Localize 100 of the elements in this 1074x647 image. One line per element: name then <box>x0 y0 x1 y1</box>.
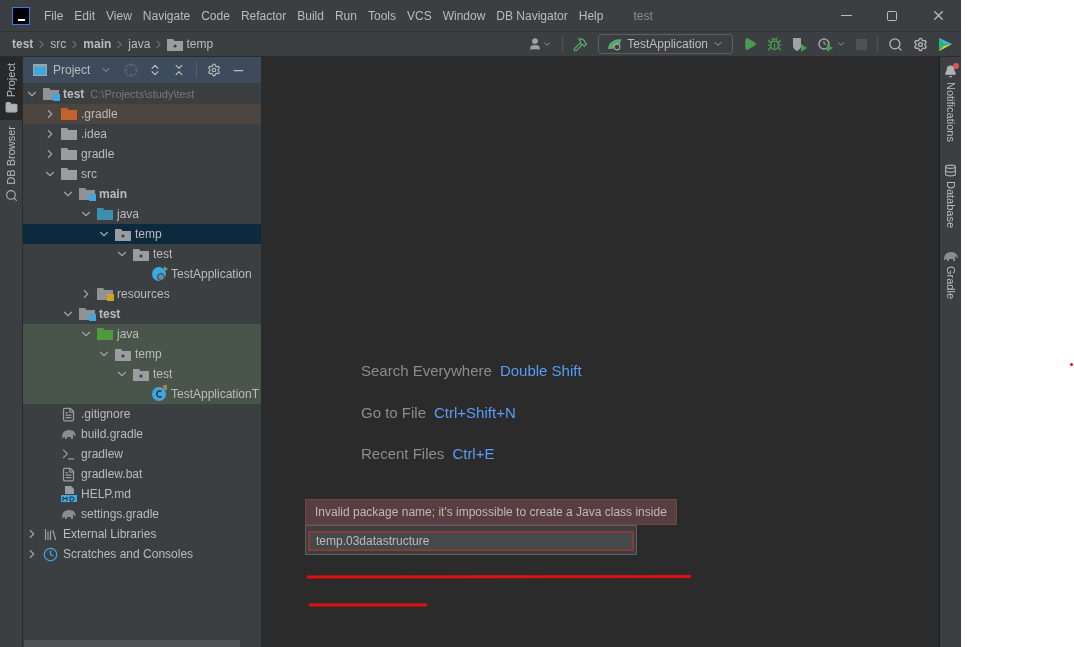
markdown-file-icon <box>61 486 79 502</box>
run-configuration-dropdown[interactable]: TestApplication <box>598 34 733 54</box>
hint-shortcut: Double Shift <box>499 361 582 381</box>
project-view-dropdown[interactable]: Project <box>53 61 113 79</box>
menu-item[interactable]: File <box>44 6 64 25</box>
menu-item[interactable]: View <box>106 6 132 25</box>
tree-item[interactable]: main <box>23 184 261 204</box>
menu-item[interactable]: Window <box>442 6 486 25</box>
tree-item[interactable]: .gitignore <box>23 404 261 424</box>
menu-item[interactable]: Build <box>297 6 324 25</box>
tree-item[interactable]: External Libraries <box>23 524 261 544</box>
package-icon <box>115 227 131 241</box>
hint-action: Search Everywhere <box>361 361 492 381</box>
item-label: HELP.md <box>81 486 131 503</box>
tree-item[interactable]: resources <box>23 284 261 304</box>
item-label: temp <box>135 226 162 243</box>
tree-item[interactable]: java <box>23 324 261 344</box>
error-tooltip: Invalid package name; it's impossible to create a Java class inside <box>305 499 677 525</box>
tree-item[interactable]: test <box>23 304 261 324</box>
item-label: gradlew.bat <box>81 466 143 483</box>
module-folder-icon <box>79 187 97 201</box>
tool-window-tab[interactable]: Notifications <box>942 57 959 156</box>
tree-item[interactable]: gradlew.bat <box>23 464 261 484</box>
item-label: build.gradle <box>81 426 144 443</box>
class-icon <box>151 265 169 283</box>
menu-item[interactable]: Edit <box>74 6 96 25</box>
item-label: .gitignore <box>81 406 131 423</box>
tree-item[interactable]: build.gradle <box>23 424 261 444</box>
tree-item[interactable]: .gradle <box>23 104 261 124</box>
tree-item[interactable]: gradle <box>23 144 261 164</box>
item-label: test <box>153 366 173 383</box>
tree-item[interactable]: gradlew <box>23 444 261 464</box>
item-label: TestApplication <box>171 266 252 283</box>
item-label: test <box>63 86 85 103</box>
tree-item[interactable]: java <box>23 204 261 224</box>
tree-item[interactable]: TestApplicationT <box>23 384 261 404</box>
coverage-icon[interactable] <box>792 36 808 52</box>
hint-action: Recent Files <box>361 444 445 464</box>
ignore-file-icon <box>61 406 76 422</box>
menu-item[interactable]: DB Navigator <box>496 6 568 25</box>
run-icon[interactable] <box>743 37 757 51</box>
hammer-icon[interactable] <box>573 36 589 52</box>
hint-action: Go to File <box>361 402 427 423</box>
breadcrumb[interactable]: java <box>128 35 151 53</box>
tree-item[interactable]: settings.gradle <box>23 504 261 524</box>
tree-item[interactable]: Scratches and Consoles <box>23 544 261 564</box>
menu-item[interactable]: VCS <box>406 6 432 25</box>
tool-window-tab[interactable]: Database <box>942 155 959 242</box>
tree-item[interactable]: test C:\Projects\study\test <box>23 84 261 104</box>
settings-icon[interactable] <box>913 36 928 52</box>
leaf-icon <box>607 37 624 51</box>
tool-window-tab[interactable]: DB Browser <box>0 120 22 208</box>
terminal-icon <box>61 446 76 462</box>
package-name-field[interactable]: temp.03datastructure <box>308 531 634 551</box>
folder-icon <box>97 207 115 221</box>
item-label: Scratches and Consoles <box>63 546 194 563</box>
tree-item[interactable]: temp <box>23 224 261 244</box>
tree-item[interactable]: test <box>23 244 261 264</box>
menu-item[interactable]: Navigate <box>142 6 191 25</box>
breadcrumb[interactable]: temp <box>186 35 214 53</box>
menu-item[interactable]: Tools <box>367 6 396 25</box>
item-label: test <box>153 246 173 263</box>
profiler-icon[interactable] <box>818 36 846 52</box>
menu-item[interactable]: Code <box>201 6 230 25</box>
item-label: TestApplicationT <box>171 386 260 403</box>
menu-item[interactable]: Help <box>578 6 604 25</box>
breadcrumb[interactable]: src <box>50 35 67 53</box>
hint-shortcut: Ctrl+Shift+N <box>434 402 516 423</box>
settings-icon[interactable] <box>207 63 222 77</box>
item-label: main <box>99 186 127 203</box>
scratches-icon <box>43 546 58 562</box>
item-label: resources <box>117 286 170 303</box>
tree-item[interactable]: HELP.md <box>23 484 261 504</box>
item-label: temp <box>135 346 162 363</box>
package-icon <box>115 347 131 361</box>
user-icon[interactable] <box>528 37 553 51</box>
item-label: .gradle <box>81 106 118 123</box>
tree-item[interactable]: TestApplication <box>23 264 261 284</box>
tool-window-tab[interactable]: Gradle <box>942 242 959 314</box>
menu-item[interactable]: Run <box>334 6 357 25</box>
toolbox-logo[interactable] <box>938 36 953 52</box>
tree-item[interactable]: .idea <box>23 124 261 144</box>
module-folder-icon <box>79 307 97 321</box>
breadcrumb[interactable]: main <box>83 35 112 53</box>
tool-window-tab[interactable]: Project <box>0 57 22 121</box>
item-label: .idea <box>81 126 108 143</box>
debug-icon[interactable] <box>767 36 782 52</box>
search-icon[interactable] <box>888 36 903 52</box>
folder-icon <box>61 107 79 121</box>
package-icon <box>133 367 149 381</box>
module-folder-icon <box>43 87 61 101</box>
tree-item[interactable]: test <box>23 364 261 384</box>
scrollbar[interactable] <box>24 640 240 647</box>
menu-item[interactable]: Refactor <box>240 6 287 25</box>
tree-item[interactable]: src <box>23 164 261 184</box>
breadcrumb[interactable]: test <box>12 35 34 53</box>
panel-icon <box>33 64 47 76</box>
tree-item[interactable]: temp <box>23 344 261 364</box>
elephant-icon <box>61 428 77 440</box>
folder-icon <box>61 167 79 181</box>
